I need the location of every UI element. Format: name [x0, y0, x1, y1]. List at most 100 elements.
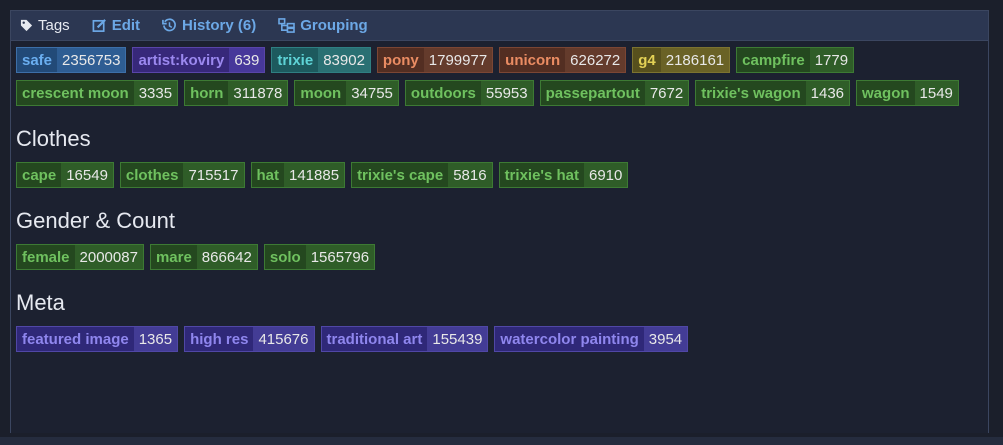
- tag-name[interactable]: high res: [185, 327, 254, 351]
- tag-count: 155439: [427, 327, 488, 351]
- tag-sections: Clothes cape 16549 clothes 715517 hat 141885 tr…: [16, 126, 988, 359]
- grouping-label: Grouping: [300, 17, 368, 34]
- tag-count: 311878: [228, 81, 288, 105]
- tag-name[interactable]: clothes: [120, 163, 184, 187]
- tag-count: 5816: [448, 163, 492, 187]
- tag-female[interactable]: female 2000087: [16, 244, 144, 270]
- tag-traditional-art[interactable]: traditional art 155439: [320, 326, 489, 352]
- edit-label: Edit: [111, 17, 141, 34]
- tag-artist-koviry[interactable]: artist:koviry 639: [132, 47, 266, 73]
- tag-name[interactable]: cape: [17, 163, 62, 187]
- tag-campfire[interactable]: campfire 1779: [736, 47, 855, 73]
- tag-count: 415676: [253, 327, 314, 351]
- tag-count: 6910: [584, 163, 628, 187]
- tag-count: 2356753: [57, 48, 126, 72]
- tag-name[interactable]: outdoors: [405, 81, 481, 105]
- tag-wagon[interactable]: wagon 1549: [856, 80, 959, 106]
- tag-count: 7672: [644, 81, 689, 105]
- tag-name[interactable]: hat: [251, 163, 284, 187]
- tag-unicorn[interactable]: unicorn 626272: [499, 47, 627, 73]
- tag-safe[interactable]: safe 2356753: [16, 47, 127, 73]
- history-button[interactable]: History (6): [162, 11, 256, 41]
- tag-name[interactable]: g4: [633, 48, 661, 72]
- section-tags-clothes: cape 16549 clothes 715517 hat 141885 trixie's …: [16, 162, 988, 195]
- tag-count: 2186161: [660, 48, 730, 72]
- tag-name[interactable]: traditional art: [321, 327, 428, 351]
- tag-name[interactable]: moon: [295, 81, 347, 105]
- tag-name[interactable]: female: [17, 245, 75, 269]
- tag-trixie-s-cape[interactable]: trixie's cape 5816: [351, 162, 493, 188]
- tag-count: 83902: [318, 48, 370, 72]
- tag-name[interactable]: safe: [17, 48, 58, 72]
- tag-count: 1565796: [305, 245, 375, 269]
- tag-name[interactable]: passepartout: [540, 81, 645, 105]
- tag-count: 1436: [805, 81, 850, 105]
- tag-trixie[interactable]: trixie 83902: [271, 47, 371, 73]
- tag-name[interactable]: wagon: [857, 81, 915, 105]
- history-label: History (6): [182, 17, 257, 34]
- tags-panel: Tags Edit History (6) Grouping safe 2356…: [10, 10, 989, 433]
- tag-count: 1365: [133, 327, 178, 351]
- edit-button[interactable]: Edit: [92, 11, 140, 41]
- tag-cape[interactable]: cape 16549: [16, 162, 114, 188]
- tag-name[interactable]: mare: [150, 245, 197, 269]
- tag-pony[interactable]: pony 1799977: [376, 47, 494, 73]
- tag-count: 1549: [914, 81, 958, 105]
- history-icon: [162, 18, 176, 32]
- tag-name[interactable]: watercolor painting: [495, 327, 644, 351]
- tag-count: 34755: [346, 81, 398, 105]
- tag-outdoors[interactable]: outdoors 55953: [404, 80, 534, 106]
- tag-name[interactable]: trixie: [272, 48, 319, 72]
- grouping-button[interactable]: Grouping: [278, 11, 368, 41]
- section-tags-meta: featured image 1365 high res 415676 traditio…: [16, 326, 988, 359]
- tag-count: 141885: [284, 163, 345, 187]
- tag-count: 1799977: [423, 48, 493, 72]
- tag-name[interactable]: featured image: [17, 327, 134, 351]
- tag-clothes[interactable]: clothes 715517: [119, 162, 245, 188]
- tag-name[interactable]: trixie's wagon: [696, 81, 806, 105]
- tag-count: 626272: [565, 48, 626, 72]
- tag-watercolor-painting[interactable]: watercolor painting 3954: [494, 326, 689, 352]
- tag-count: 866642: [196, 245, 257, 269]
- tag-icon: [20, 19, 33, 32]
- tag-g4[interactable]: g4 2186161: [632, 47, 731, 73]
- tag-name[interactable]: trixie's cape: [352, 163, 449, 187]
- tag-name[interactable]: unicorn: [500, 48, 566, 72]
- tag-count: 639: [229, 48, 265, 72]
- tag-name[interactable]: horn: [185, 81, 229, 105]
- tag-name[interactable]: campfire: [737, 48, 810, 72]
- tag-horn[interactable]: horn 311878: [184, 80, 289, 106]
- tag-name[interactable]: solo: [264, 245, 306, 269]
- tag-passepartout[interactable]: passepartout 7672: [539, 80, 690, 106]
- tag-name[interactable]: crescent moon: [17, 81, 134, 105]
- tag-count: 3335: [133, 81, 178, 105]
- tag-name[interactable]: trixie's hat: [499, 163, 584, 187]
- tag-count: 3954: [643, 327, 688, 351]
- tag-moon[interactable]: moon 34755: [294, 80, 399, 106]
- tag-featured-image[interactable]: featured image 1365: [16, 326, 179, 352]
- grouping-icon: [278, 18, 296, 33]
- general-tags: safe 2356753 artist:koviry 639 trixie 83902 po…: [16, 47, 988, 113]
- tag-solo[interactable]: solo 1565796: [263, 244, 376, 270]
- section-title-gender-count: Gender & Count: [16, 208, 175, 233]
- tags-title-label: Tags: [38, 17, 70, 34]
- tag-count: 715517: [183, 163, 244, 187]
- tag-mare[interactable]: mare 866642: [149, 244, 258, 270]
- tag-count: 1779: [809, 48, 854, 72]
- tag-name[interactable]: pony: [377, 48, 424, 72]
- tag-high-res[interactable]: high res 415676: [184, 326, 315, 352]
- tag-name[interactable]: artist:koviry: [133, 48, 230, 72]
- tag-trixie-s-wagon[interactable]: trixie's wagon 1436: [695, 80, 851, 106]
- section-tags-gender-count: female 2000087 mare 866642 solo 1565796: [16, 244, 988, 277]
- section-title-meta: Meta: [16, 290, 65, 315]
- next-panel-edge: [0, 437, 1003, 445]
- tags-header: Tags Edit History (6) Grouping: [11, 11, 988, 41]
- tags-content: safe 2356753 artist:koviry 639 trixie 83902 po…: [11, 47, 988, 359]
- tag-hat[interactable]: hat 141885: [250, 162, 346, 188]
- tags-title: Tags: [20, 11, 70, 41]
- edit-icon: [92, 19, 106, 32]
- section-title-clothes: Clothes: [16, 126, 91, 151]
- tag-count: 2000087: [74, 245, 143, 269]
- tag-trixie-s-hat[interactable]: trixie's hat 6910: [498, 162, 629, 188]
- tag-crescent-moon[interactable]: crescent moon 3335: [16, 80, 179, 106]
